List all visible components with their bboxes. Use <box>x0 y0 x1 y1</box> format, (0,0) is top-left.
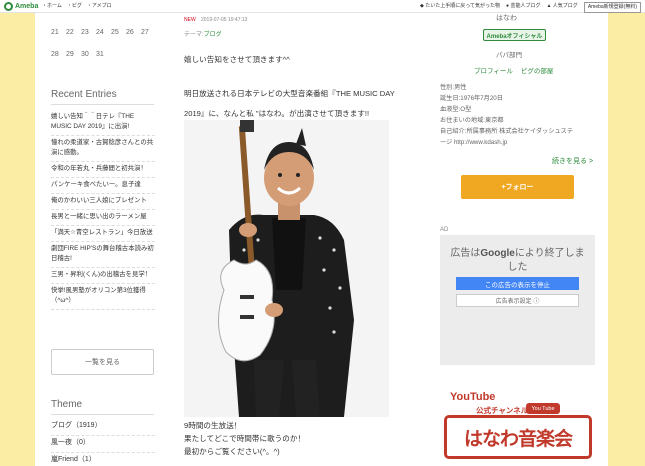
divider <box>51 104 154 105</box>
post-text-line: 明日放送される日本テレビの大型音楽番組『THE MUSIC DAY <box>184 89 395 98</box>
profile-name[interactable]: はなわ <box>496 13 517 23</box>
top-bar: Ameba ・ホーム ・ピグ ・アメブロ ◆ たいた上手順に戻って気がった物 ●… <box>0 0 645 13</box>
nav-ameblo[interactable]: ・アメブロ <box>87 0 112 13</box>
calendar-row: 28 29 30 31 <box>51 51 111 58</box>
post-text-line: 9時間の生放送！ <box>184 421 242 430</box>
list-item[interactable]: 憧れの柔道家・古賀稔彦さんとの共演に感動。 <box>51 136 155 162</box>
continue-reading-link[interactable]: 続きを見る > <box>552 156 593 166</box>
youtube-channel-name: はなわ音楽会 <box>444 415 592 459</box>
calendar-day[interactable]: 25 <box>111 29 126 36</box>
calendar-day[interactable]: 23 <box>81 29 96 36</box>
list-item[interactable]: パンケーキ食べたいー。息子達 <box>51 178 155 194</box>
calendar-day[interactable]: 21 <box>51 29 66 36</box>
right-sidebar: はなわ Amebaオフィシャル パパ部門 プロフィール ピグの部屋 性別:男性 … <box>420 13 608 466</box>
list-item[interactable]: 令和の年若丸・兵藤間と初共演！ <box>51 162 155 178</box>
ad-message: 広告はGoogleにより終了しま した <box>440 247 595 275</box>
stop-ad-button[interactable]: この広告の表示を停止 <box>456 277 579 290</box>
theme-item[interactable]: 風一夜（0） <box>51 436 155 453</box>
post-text-line: 最初からご覧ください(^。^) <box>184 447 280 456</box>
new-badge: NEW <box>184 17 196 23</box>
main-content: NEW 2019-07-05 19:47:13 テーマ:ブログ 嬉しい告知をさせ… <box>175 13 420 466</box>
celebrity-blog-label: 芸能人ブログ <box>510 3 541 9</box>
theme-item[interactable]: 嵐Friend（1） <box>51 453 155 466</box>
list-item[interactable]: 三男・昇利(くん)の出稽古を見学！ <box>51 268 155 284</box>
ad-message-pre: 広告は <box>450 248 481 259</box>
calendar-day[interactable]: 31 <box>96 51 111 58</box>
popular-blog-label: 人気ブログ <box>552 3 578 9</box>
top-notice-text: たいた上手順に戻って気がった物 <box>425 3 501 9</box>
ad-settings-button[interactable]: 広告表示設定 ⓘ <box>456 294 579 307</box>
top-bar-right: ◆ たいた上手順に戻って気がった物 ● 芸能人ブログ ▲ 人気ブログ Ameba… <box>420 0 641 13</box>
pigg-room-link[interactable]: ピグの部屋 <box>521 65 554 75</box>
list-item[interactable]: 長男と一緒に思い出のラーメン屋 <box>51 210 155 226</box>
top-nav: ・ホーム ・ピグ ・アメブロ <box>42 0 112 13</box>
post-photo[interactable] <box>184 120 389 417</box>
list-item[interactable]: 快挙!風男塾がオリコン第3位獲得（^ω^） <box>51 284 155 310</box>
profile-category[interactable]: パパ部門 <box>496 49 522 59</box>
calendar-day[interactable]: 26 <box>126 29 141 36</box>
calendar-row: 21 22 23 24 25 26 27 <box>51 29 156 36</box>
profile-details: 性別:男性 誕生日:1976年7月20日 血液型:O型 お住まいの地域:東京都 … <box>440 82 590 148</box>
left-sidebar: 21 22 23 24 25 26 27 28 29 30 31 Recent … <box>35 13 175 466</box>
man-with-bass-illustration <box>184 120 389 417</box>
ad-brand: Google <box>480 248 515 259</box>
register-button[interactable]: Ameba新規登録(無料) <box>583 1 641 13</box>
list-item[interactable]: 「満天☆青空レストラン」今日放送 <box>51 226 155 242</box>
nav-pigg[interactable]: ・ピグ <box>67 0 82 13</box>
ameba-logo-icon <box>4 2 13 11</box>
profile-detail: 自己紹介:所属事務所 株式会社ケイダッシュステ <box>440 128 574 135</box>
profile-links: プロフィール ピグの部屋 <box>474 65 553 75</box>
recent-entries-list: 嬉しい告知＾＾日テレ『THE MUSIC DAY 2019』に出演! 憧れの柔道… <box>51 110 155 310</box>
profile-detail: 血液型:O型 <box>440 106 472 113</box>
ad-label: AD <box>440 227 449 233</box>
divider <box>51 414 154 415</box>
official-badge[interactable]: Amebaオフィシャル <box>483 29 546 41</box>
see-all-button[interactable]: 一覧を見る <box>51 349 154 375</box>
profile-detail: ージ http://www.kdash.jp <box>440 139 508 146</box>
post-date: 2019-07-05 19:47:13 <box>201 17 248 23</box>
post-text-line: 嬉しい告知をさせて頂きます^^ <box>184 55 290 64</box>
post-text-line: 2019』に、なんと私 "はなわ。が出演させて頂きます!! <box>184 109 370 118</box>
calendar-day[interactable]: 24 <box>96 29 111 36</box>
ameba-logo[interactable]: Ameba <box>4 0 38 13</box>
theme-item[interactable]: ブログ（1919） <box>51 419 155 436</box>
calendar-day[interactable]: 29 <box>66 51 81 58</box>
ad-box: 広告はGoogleにより終了しま した この広告の表示を停止 広告表示設定 ⓘ <box>440 235 595 365</box>
calendar-day[interactable]: 27 <box>141 29 156 36</box>
ad-message-post: により終了しま <box>514 248 585 259</box>
ad-message-line2: した <box>507 262 528 273</box>
list-item[interactable]: 俺のかわいい三人娘にプレゼント <box>51 194 155 210</box>
calendar-day[interactable]: 30 <box>81 51 96 58</box>
profile-detail: 性別:男性 <box>440 84 467 91</box>
top-notice[interactable]: ◆ たいた上手順に戻って気がった物 <box>420 0 500 13</box>
post-theme: テーマ:ブログ <box>184 29 222 38</box>
youtube-banner[interactable]: YouTube 公式チャンネル You Tube はなわ音楽会 <box>440 383 595 466</box>
post-theme-prefix: テーマ: <box>184 32 204 38</box>
theme-list: ブログ（1919） 風一夜（0） 嵐Friend（1） <box>51 419 155 466</box>
celebrity-blog-link[interactable]: ● 芸能人ブログ <box>506 0 540 13</box>
ameba-logo-text: Ameba <box>15 3 39 10</box>
list-item[interactable]: 劇団FIRE HIP'Sの舞台稽古本読み初日稽古! <box>51 242 155 268</box>
list-item[interactable]: 嬉しい告知＾＾日テレ『THE MUSIC DAY 2019』に出演! <box>51 110 155 136</box>
profile-detail: 誕生日:1976年7月20日 <box>440 95 503 102</box>
popular-blog-link[interactable]: ▲ 人気ブログ <box>546 0 577 13</box>
youtube-logo-icon: You Tube <box>526 403 560 414</box>
calendar-day[interactable]: 28 <box>51 51 66 58</box>
nav-home[interactable]: ・ホーム <box>42 0 62 13</box>
post-theme-link[interactable]: ブログ <box>204 32 222 38</box>
post-text-line: 果たしてどこで時間帯に歌うのか！ <box>184 434 306 443</box>
youtube-title: YouTube <box>450 391 496 403</box>
theme-title: Theme <box>51 399 83 410</box>
follow-button[interactable]: +フォロー <box>461 175 574 199</box>
profile-detail: お住まいの地域:東京都 <box>440 117 504 124</box>
calendar-day[interactable]: 22 <box>66 29 81 36</box>
recent-entries-title: Recent Entries <box>51 89 117 100</box>
profile-link[interactable]: プロフィール <box>474 65 513 75</box>
